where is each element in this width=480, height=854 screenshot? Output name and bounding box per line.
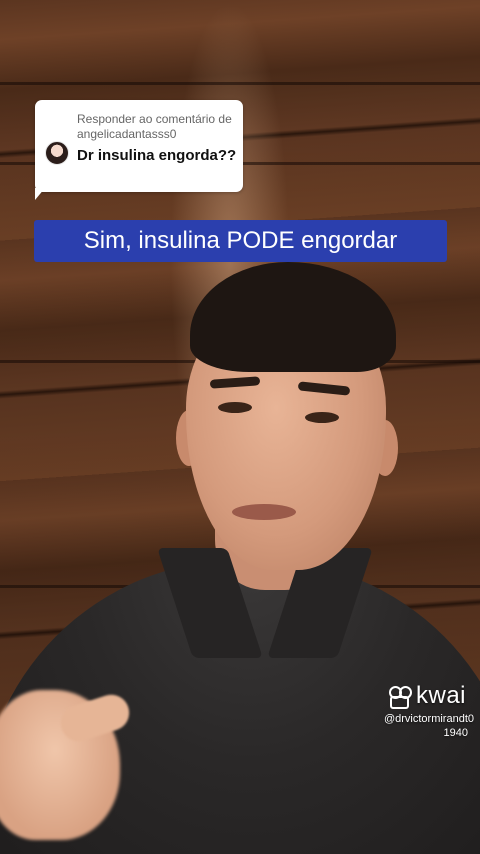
video-caption: Sim, insulina PODE engordar (34, 220, 447, 262)
kwai-logo-icon (388, 685, 412, 709)
reply-prefix: Responder ao comentário de (77, 112, 232, 126)
creator-handle: @drvictormirandt0 (383, 713, 474, 725)
kwai-brand-text: kwai (416, 682, 467, 709)
reply-comment-text: Dr insulina engorda?? (77, 147, 237, 164)
reply-username[interactable]: angelicadantasss0 (77, 127, 243, 142)
person-mouth (232, 504, 296, 520)
reply-card-tail (35, 188, 45, 200)
reply-meta: Responder ao comentário de angelicadanta… (77, 112, 243, 142)
person-eye (305, 412, 339, 423)
commenter-avatar[interactable] (45, 141, 69, 165)
wood-panel-seam (0, 82, 480, 85)
person-eye (218, 402, 252, 413)
creator-id: 1940 (443, 727, 468, 739)
kwai-brand: kwai (388, 682, 466, 710)
